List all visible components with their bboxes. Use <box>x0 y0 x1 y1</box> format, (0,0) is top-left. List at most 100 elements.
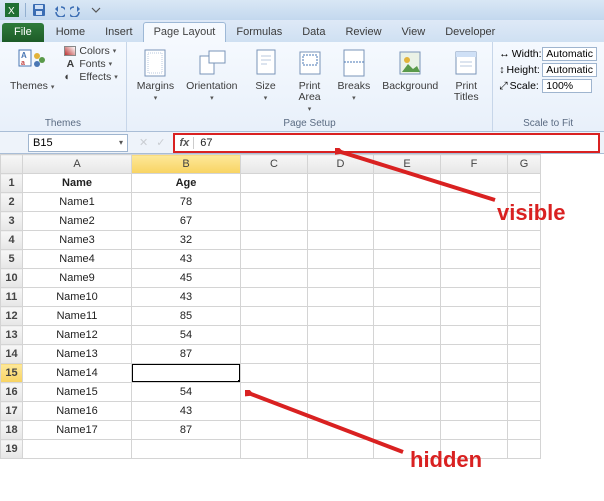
cell[interactable]: Name1 <box>23 193 132 212</box>
cell[interactable] <box>308 193 374 212</box>
cell[interactable]: Name4 <box>23 250 132 269</box>
cell[interactable] <box>441 193 508 212</box>
cell[interactable] <box>441 212 508 231</box>
col-header-B[interactable]: B <box>132 155 241 174</box>
cell[interactable] <box>241 440 308 459</box>
cell[interactable] <box>241 212 308 231</box>
cell-selected[interactable] <box>132 364 241 383</box>
cell[interactable] <box>441 231 508 250</box>
breaks-button[interactable]: Breaks▾ <box>334 45 375 105</box>
row-header[interactable]: 16 <box>1 383 23 402</box>
tab-formulas[interactable]: Formulas <box>226 23 292 42</box>
cell[interactable] <box>374 212 441 231</box>
cell[interactable]: 45 <box>132 269 241 288</box>
cell[interactable] <box>374 250 441 269</box>
select-all-corner[interactable] <box>1 155 23 174</box>
cell[interactable] <box>308 231 374 250</box>
cell[interactable] <box>374 174 441 193</box>
cell[interactable] <box>374 193 441 212</box>
cell[interactable]: 54 <box>132 326 241 345</box>
cell[interactable] <box>308 174 374 193</box>
cell[interactable] <box>508 326 541 345</box>
row-header[interactable]: 17 <box>1 402 23 421</box>
cell[interactable] <box>441 288 508 307</box>
cell[interactable]: Name2 <box>23 212 132 231</box>
tab-file[interactable]: File <box>2 23 44 42</box>
cell[interactable] <box>441 440 508 459</box>
cell[interactable] <box>508 250 541 269</box>
background-button[interactable]: Background <box>378 45 442 94</box>
cell[interactable]: Name11 <box>23 307 132 326</box>
col-header-G[interactable]: G <box>508 155 541 174</box>
tab-home[interactable]: Home <box>46 23 95 42</box>
cell[interactable] <box>241 364 308 383</box>
cell[interactable]: Name12 <box>23 326 132 345</box>
cell[interactable] <box>441 402 508 421</box>
cell[interactable]: Age <box>132 174 241 193</box>
cell[interactable] <box>374 307 441 326</box>
tab-insert[interactable]: Insert <box>95 23 143 42</box>
cell[interactable] <box>308 326 374 345</box>
qat-customize-icon[interactable] <box>88 2 104 18</box>
cell[interactable] <box>374 345 441 364</box>
row-header[interactable]: 12 <box>1 307 23 326</box>
themes-button[interactable]: Aa Themes ▾ <box>6 45 58 94</box>
cell[interactable]: Name16 <box>23 402 132 421</box>
cell[interactable]: Name15 <box>23 383 132 402</box>
cell[interactable] <box>374 402 441 421</box>
cell[interactable]: 87 <box>132 345 241 364</box>
cell[interactable] <box>308 250 374 269</box>
cell[interactable] <box>508 174 541 193</box>
row-header[interactable]: 14 <box>1 345 23 364</box>
cell[interactable]: Name17 <box>23 421 132 440</box>
tab-developer[interactable]: Developer <box>435 23 505 42</box>
cell[interactable] <box>374 421 441 440</box>
cell[interactable]: 43 <box>132 288 241 307</box>
row-header[interactable]: 13 <box>1 326 23 345</box>
cell[interactable] <box>441 326 508 345</box>
cell[interactable] <box>308 345 374 364</box>
cell[interactable] <box>508 193 541 212</box>
cell[interactable] <box>241 193 308 212</box>
tab-data[interactable]: Data <box>292 23 335 42</box>
cell[interactable] <box>241 231 308 250</box>
row-header[interactable]: 5 <box>1 250 23 269</box>
row-header[interactable]: 11 <box>1 288 23 307</box>
cell[interactable] <box>241 288 308 307</box>
cell[interactable] <box>508 440 541 459</box>
enter-icon[interactable]: ✓ <box>156 136 165 149</box>
row-header[interactable]: 1 <box>1 174 23 193</box>
cell[interactable] <box>374 269 441 288</box>
cell[interactable] <box>241 269 308 288</box>
cell[interactable] <box>308 364 374 383</box>
col-header-C[interactable]: C <box>241 155 308 174</box>
cell[interactable] <box>308 383 374 402</box>
col-header-D[interactable]: D <box>308 155 374 174</box>
cell[interactable]: Name3 <box>23 231 132 250</box>
tab-page-layout[interactable]: Page Layout <box>143 22 227 42</box>
cell[interactable] <box>374 364 441 383</box>
cell[interactable]: 43 <box>132 402 241 421</box>
row-header[interactable]: 3 <box>1 212 23 231</box>
fx-icon[interactable]: fx <box>175 137 194 149</box>
cell[interactable] <box>241 345 308 364</box>
cell[interactable]: Name14 <box>23 364 132 383</box>
cell[interactable] <box>374 383 441 402</box>
cell[interactable] <box>308 421 374 440</box>
height-select[interactable]: Automatic <box>542 63 597 77</box>
cell[interactable] <box>508 212 541 231</box>
cell[interactable]: Name9 <box>23 269 132 288</box>
cell[interactable] <box>241 250 308 269</box>
row-header[interactable]: 19 <box>1 440 23 459</box>
cell[interactable] <box>441 345 508 364</box>
cell[interactable] <box>308 440 374 459</box>
width-select[interactable]: Automatic <box>542 47 597 61</box>
cell[interactable]: 78 <box>132 193 241 212</box>
cell[interactable] <box>508 345 541 364</box>
row-header[interactable]: 10 <box>1 269 23 288</box>
undo-icon[interactable] <box>50 2 66 18</box>
cell[interactable]: 43 <box>132 250 241 269</box>
cell[interactable]: 85 <box>132 307 241 326</box>
cell[interactable] <box>441 269 508 288</box>
cell[interactable] <box>508 288 541 307</box>
